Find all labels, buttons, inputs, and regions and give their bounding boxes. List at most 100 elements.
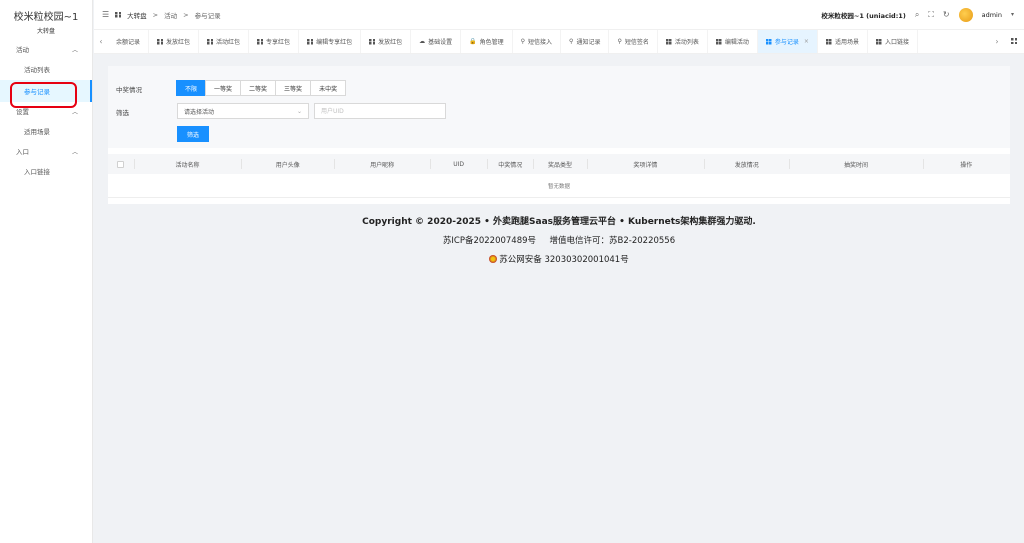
top-bar: ☰ 大转盘 > 活动 > 参与记录 校米粒校园~1 (uniacid:1) ⌕ … (94, 0, 1024, 30)
grid-icon (369, 38, 376, 45)
tab-label: 入口链接 (884, 39, 909, 46)
tab-item[interactable]: 发放红包 (149, 30, 200, 53)
tab-item[interactable]: 入口链接 (868, 30, 918, 53)
tab-label: 角色管理 (479, 39, 504, 46)
tab-label: 发放红包 (166, 39, 191, 46)
column-header: 用户昵称 (334, 154, 429, 174)
sidebar-item-label: 适用场景 (24, 128, 50, 136)
column-header: 活动名称 (133, 154, 241, 174)
fullscreen-icon[interactable]: ⛶ (928, 10, 934, 20)
app-logo: 校米粒校园~1 大转盘 (0, 0, 92, 38)
icp-info: 苏ICP备2022007489号 增值电信许可：苏B2-20220556 (94, 234, 1024, 246)
breadcrumb-item: 参与记录 (194, 11, 221, 20)
prize-option[interactable]: 二等奖 (240, 80, 277, 96)
breadcrumb-separator: > (183, 10, 189, 19)
user-name[interactable]: admin (982, 11, 1002, 19)
filter-button[interactable]: 筛选 (177, 126, 209, 142)
table-header: 活动名称 用户头像 用户昵称 UID 中奖情况 奖品类型 奖项详情 发放情况 抽奖时间 操作 (108, 154, 1010, 174)
tab-label: 活动列表 (674, 39, 699, 46)
column-header: 中奖情况 (487, 154, 533, 174)
tab-item[interactable]: 活动红包 (199, 30, 250, 53)
avatar[interactable] (958, 7, 973, 22)
main-card: 中奖情况 不限一等奖二等奖三等奖未中奖 筛选 请选择活动 ⌄ 筛选 活动名称用户… (108, 66, 1010, 204)
tab-list: 余额记录 发放红包 活动红包 专享红包 编辑专享红包 发放红包 ☁ 基础设置 🔒 角色管理 ⚲ 短信接… (108, 30, 990, 53)
grid-icon (257, 38, 264, 45)
user-icon: ⚲ (520, 38, 526, 45)
breadcrumb-item[interactable]: 活动 (164, 10, 177, 20)
tab-item[interactable]: 🔒 角色管理 (461, 30, 513, 53)
uid-input[interactable] (314, 103, 446, 119)
grid-icon (765, 38, 772, 45)
search-icon[interactable]: ⌕ (915, 10, 919, 20)
chevron-up-icon: ︿ (71, 46, 78, 54)
grid-icon (875, 38, 882, 45)
grid-icon (307, 38, 314, 45)
prize-option[interactable]: 一等奖 (205, 80, 242, 96)
select-all-checkbox-cell (108, 154, 134, 174)
grid-icon (115, 11, 122, 18)
tab-item[interactable]: ⚲ 短信签名 (609, 30, 658, 53)
tab-label: 短信签名 (624, 39, 649, 46)
cloud-icon: ☁ (419, 38, 426, 45)
copyright: Copyright © 2020-2025 • 外卖跑腿Saas服务管理云平台 … (362, 217, 756, 227)
prize-option[interactable]: 三等奖 (275, 80, 312, 96)
sidebar-group-label: 活动 (16, 46, 29, 54)
police-badge-icon (489, 255, 498, 263)
refresh-icon[interactable]: ↻ (943, 10, 950, 19)
highlight-box-sidebar (10, 82, 77, 108)
police-link[interactable]: 苏公网安备 32030302001041号 (499, 253, 628, 265)
sidebar-group-activity[interactable]: 活动 ︿ (0, 40, 92, 58)
column-header: 用户头像 (241, 154, 334, 174)
select-all-checkbox[interactable] (117, 160, 125, 168)
column-header: 奖品类型 (533, 154, 587, 174)
account-name: 校米粒校园~1 (uniacid:1) (821, 11, 906, 20)
chevron-left-icon[interactable]: ‹ (94, 37, 108, 46)
tab-label: 编辑活动 (724, 39, 749, 46)
tabs-menu-icon[interactable] (1004, 37, 1024, 46)
tab-item[interactable]: 余额记录 (108, 30, 150, 53)
tab-item[interactable]: 活动列表 (658, 30, 708, 53)
tab-item[interactable]: 参与记录 × (757, 30, 818, 53)
tab-label: 通知记录 (576, 39, 601, 46)
tab-item[interactable]: 适用场景 (818, 30, 868, 53)
sidebar-item-label: 入口链接 (24, 168, 50, 176)
tab-item[interactable]: 编辑活动 (708, 30, 758, 53)
tab-item[interactable]: ⚲ 短信接入 (513, 30, 562, 53)
tab-label: 编辑专享红包 (316, 39, 353, 46)
tab-item[interactable]: ☁ 基础设置 (411, 30, 462, 53)
column-header: 操作 (922, 154, 1010, 174)
activity-select-value: 请选择活动 (184, 108, 215, 116)
sidebar-item-label: 活动列表 (24, 66, 50, 74)
caret-down-icon[interactable]: ▾ (1011, 11, 1014, 18)
breadcrumb: ☰ 大转盘 > 活动 > 参与记录 (102, 10, 221, 20)
tab-item[interactable]: 专享红包 (249, 30, 300, 53)
chevron-right-icon[interactable]: › (990, 37, 1004, 46)
tab-label: 参与记录 (774, 39, 799, 46)
sidebar-group-entry[interactable]: 入口 ︿ (0, 142, 92, 160)
sidebar-item-scenes[interactable]: 适用场景 (0, 120, 92, 142)
tab-item[interactable]: 编辑专享红包 (299, 30, 362, 53)
close-icon[interactable]: × (804, 38, 809, 45)
prize-option[interactable]: 不限 (176, 80, 207, 96)
user-icon: ⚲ (569, 38, 574, 45)
table-empty: 暂无数据 (108, 174, 1010, 198)
license-text: 增值电信许可：苏B2-20220556 (549, 236, 676, 246)
grid-icon (715, 38, 722, 45)
prize-option[interactable]: 未中奖 (310, 80, 347, 96)
tab-item[interactable]: ⚲ 通知记录 (561, 30, 610, 53)
sidebar-item-entry-link[interactable]: 入口链接 (0, 160, 92, 182)
user-icon: ⚲ (617, 38, 622, 45)
tab-label: 发放红包 (378, 39, 403, 46)
filter-panel: 中奖情况 不限一等奖二等奖三等奖未中奖 筛选 请选择活动 ⌄ 筛选 (108, 66, 1010, 148)
tab-label: 活动红包 (216, 39, 241, 46)
breadcrumb-item[interactable]: 大转盘 (127, 10, 147, 20)
activity-select[interactable]: 请选择活动 ⌄ (177, 103, 309, 119)
filter-label: 筛选 (116, 109, 129, 117)
menu-fold-icon[interactable]: ☰ (102, 10, 109, 19)
sidebar-item-activity-list[interactable]: 活动列表 (0, 58, 92, 80)
tab-label: 适用场景 (834, 39, 859, 46)
header-actions: 校米粒校园~1 (uniacid:1) ⌕ ⛶ ↻ admin ▾ (821, 7, 1024, 22)
icp-link[interactable]: 苏ICP备2022007489号 (443, 236, 536, 246)
sidebar-group-label: 入口 (16, 148, 29, 156)
tab-item[interactable]: 发放红包 (361, 30, 412, 53)
